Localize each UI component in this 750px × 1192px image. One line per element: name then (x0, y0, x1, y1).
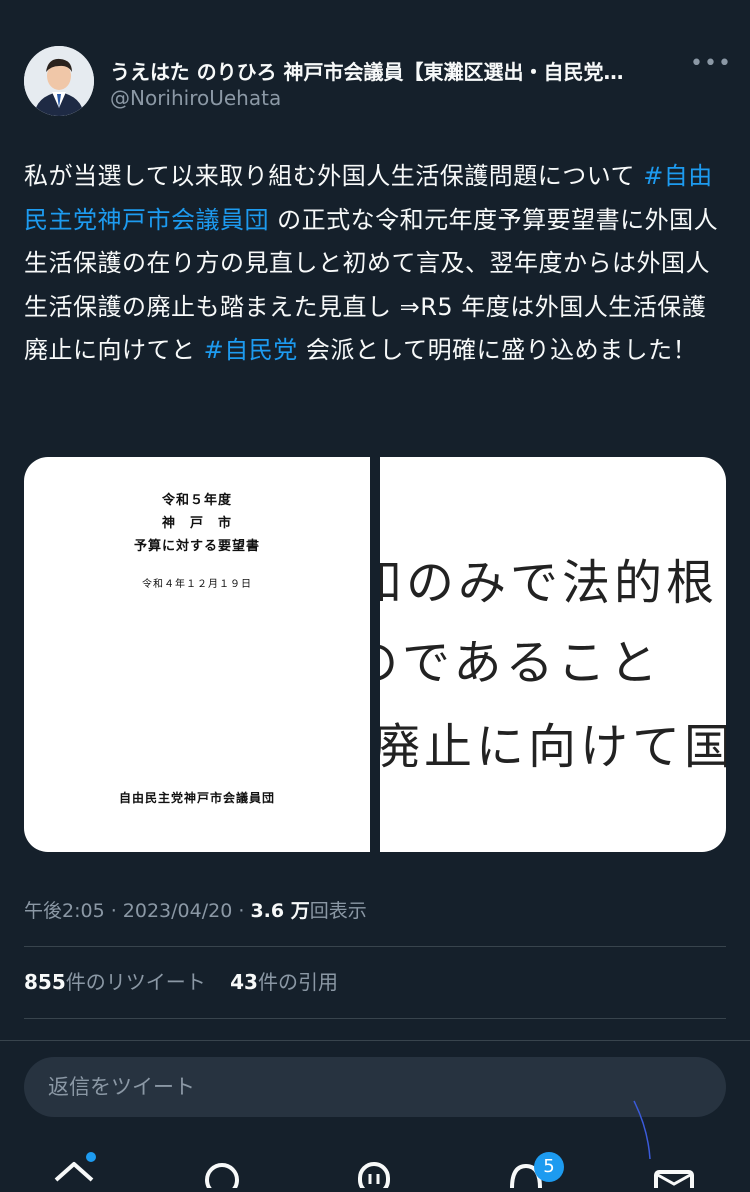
divider (24, 946, 726, 947)
retweet-count-label: 件のリツイート (65, 970, 206, 994)
view-count: 3.6 万 (250, 900, 310, 922)
tweet-text-segment: 会派として明確に盛り込めました！ (297, 336, 698, 364)
zoom-text-line: 和のみで法的根 (380, 555, 719, 611)
unread-dot (86, 1152, 96, 1162)
engagement-stats: 855件のリツイート 43件の引用 (24, 966, 356, 995)
reply-input[interactable]: 返信をツイート (24, 1057, 726, 1117)
more-horizontal-icon: ••• (690, 51, 732, 76)
media-image-document[interactable]: 令和５年度 神 戸 市 予算に対する要望書 令和４年１２月１９日 自由民主党神戸… (24, 457, 370, 852)
doc-organization: 自由民主党神戸市会議員団 (118, 791, 275, 805)
tab-messages[interactable] (652, 1158, 696, 1192)
tweet-header: うえはた のりひろ 神戸市会議員【東灘区選出・自民党… @NorihiroUeh… (24, 44, 731, 120)
bottom-tab-bar: 5 (0, 1150, 750, 1192)
more-options-button[interactable]: ••• (690, 53, 731, 78)
zoom-text-line: 廃止に向けて国 (380, 719, 726, 775)
messages-icon (654, 1170, 694, 1192)
tweet-text-segment: 私が当選して以来取り組む外国人生活保護問題について (24, 162, 644, 190)
quote-count[interactable]: 43件の引用 (230, 970, 338, 994)
divider (24, 1018, 726, 1019)
quote-count-number: 43 (230, 970, 258, 994)
tweet-date[interactable]: 2023/04/20 (123, 900, 233, 922)
tab-search[interactable] (200, 1158, 244, 1192)
doc-title-line: 神 戸 市 (161, 516, 232, 531)
doc-title-line: 予算に対する要望書 (133, 539, 260, 554)
doc-date: 令和４年１２月１９日 (142, 579, 252, 590)
retweet-count-number: 855 (24, 970, 66, 994)
hashtag-link[interactable]: #自民党 (204, 336, 298, 364)
author-display-name[interactable]: うえはた のりひろ 神戸市会議員【東灘区選出・自民党… (110, 56, 690, 85)
author-handle[interactable]: @NorihiroUehata (110, 86, 281, 110)
avatar[interactable] (24, 46, 94, 116)
view-count-label: 回表示 (309, 900, 367, 922)
tab-home[interactable] (52, 1152, 96, 1188)
zoom-text-line: のであること (380, 635, 662, 691)
media-gallery: 令和５年度 神 戸 市 予算に対する要望書 令和４年１２月１９日 自由民主党神戸… (24, 457, 726, 852)
meta-separator: · (104, 900, 123, 922)
tweet-text: 私が当選して以来取り組む外国人生活保護問題について #自由民主党神戸市会議員団 … (24, 155, 724, 373)
tweet-time[interactable]: 午後2:05 (24, 900, 105, 922)
tab-notifications[interactable]: 5 (504, 1152, 564, 1189)
tweet-meta: 午後2:05 · 2023/04/20 · 3.6 万回表示 (24, 896, 367, 923)
spaces-icon (358, 1162, 390, 1192)
retweet-count[interactable]: 855件のリツイート (24, 970, 206, 994)
home-icon (54, 1162, 94, 1182)
notification-badge: 5 (534, 1152, 564, 1182)
media-image-zoom[interactable]: 和のみで法的根 のであること 廃止に向けて国 (380, 457, 726, 852)
search-icon (205, 1163, 239, 1192)
meta-separator: · (232, 900, 251, 922)
avatar-portrait-icon (24, 46, 94, 116)
tab-spaces[interactable] (352, 1158, 396, 1192)
quote-count-label: 件の引用 (257, 970, 338, 994)
doc-title-line: 令和５年度 (161, 493, 232, 508)
